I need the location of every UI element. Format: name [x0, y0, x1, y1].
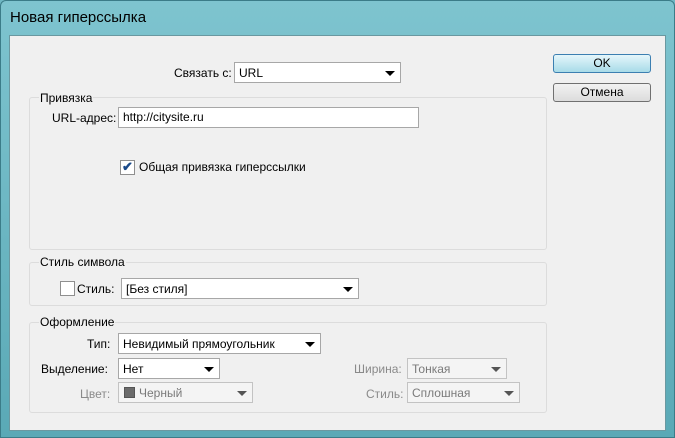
chevron-down-icon	[204, 367, 214, 372]
color-swatch	[124, 387, 135, 398]
char-style-group-title: Стиль символа	[39, 255, 126, 269]
checkmark-icon: ✔	[122, 159, 133, 174]
chevron-down-icon	[237, 391, 247, 396]
char-style-value: [Без стиля]	[126, 282, 188, 296]
chevron-down-icon	[343, 287, 353, 292]
cancel-button[interactable]: Отмена	[553, 83, 651, 102]
link-with-dropdown[interactable]: URL	[234, 62, 401, 83]
chevron-down-icon	[305, 342, 315, 347]
color-label: Цвет:	[80, 387, 111, 401]
ok-button[interactable]: OK	[553, 54, 651, 73]
type-value: Невидимый прямоугольник	[123, 337, 275, 351]
link-with-label: Связать с:	[174, 66, 232, 80]
line-style-value: Сплошная	[412, 386, 471, 400]
highlight-dropdown[interactable]: Нет	[118, 358, 220, 379]
appearance-group-title: Оформление	[39, 315, 116, 329]
url-input[interactable]: http://citysite.ru	[118, 107, 419, 128]
width-label: Ширина:	[354, 362, 402, 376]
anchor-group-title: Привязка	[39, 91, 94, 105]
type-dropdown[interactable]: Невидимый прямоугольник	[118, 333, 321, 354]
chevron-down-icon	[385, 71, 395, 76]
highlight-value: Нет	[123, 362, 144, 376]
chevron-down-icon	[491, 367, 501, 372]
width-value: Тонкая	[412, 362, 451, 376]
link-with-value: URL	[239, 66, 264, 80]
char-style-label: Стиль:	[77, 282, 115, 296]
type-label: Тип:	[87, 337, 111, 351]
shared-anchor-label: Общая привязка гиперссылки	[139, 160, 306, 174]
dialog-window: Новая гиперссылка Связать с: URL OK Отме…	[0, 0, 675, 438]
url-label: URL-адрес:	[52, 111, 117, 125]
shared-anchor-checkbox[interactable]: ✔	[120, 159, 135, 175]
line-style-label: Стиль:	[366, 387, 404, 401]
title-bar[interactable]: Новая гиперссылка	[1, 1, 674, 35]
color-dropdown[interactable]: Черный	[118, 382, 253, 403]
dialog-title: Новая гиперссылка	[10, 9, 147, 26]
dialog-body: Связать с: URL OK Отмена Привязка URL-ад…	[9, 35, 666, 431]
line-style-dropdown[interactable]: Сплошная	[407, 382, 520, 403]
highlight-label: Выделение:	[41, 362, 108, 376]
char-style-dropdown[interactable]: [Без стиля]	[121, 278, 359, 299]
color-value: Черный	[139, 386, 183, 400]
width-dropdown[interactable]: Тонкая	[407, 358, 507, 379]
char-style-checkbox[interactable]	[60, 281, 75, 296]
chevron-down-icon	[504, 391, 514, 396]
